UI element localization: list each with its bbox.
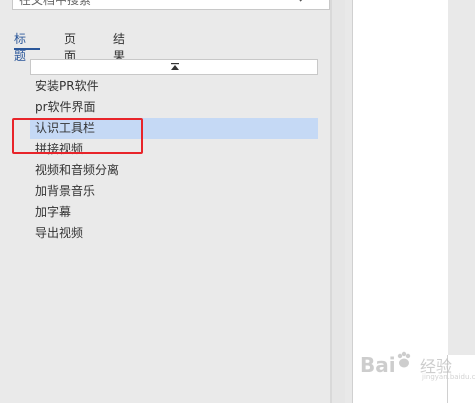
heading-item[interactable]: 安装PR软件	[30, 76, 318, 97]
heading-item[interactable]: 加背景音乐	[30, 181, 318, 202]
collapse-up-icon	[171, 63, 179, 70]
pane-divider[interactable]	[330, 0, 332, 403]
heading-item[interactable]: 视频和音频分离	[30, 160, 318, 181]
paw-icon	[397, 351, 411, 368]
search-icon[interactable]	[299, 0, 313, 3]
heading-list: 安装PR软件 pr软件界面 认识工具栏 拼接视频 视频和音频分离 加背景音乐 加…	[30, 76, 318, 244]
heading-item[interactable]: pr软件界面	[30, 97, 318, 118]
navigation-pane: 在文档中搜索 标题 页面 结果 安装PR软件 pr软件界面 认识工具栏 拼接视频…	[0, 0, 330, 403]
collapse-all-button[interactable]	[30, 59, 318, 75]
baidu-jingyan-watermark: Bai du 经验 jingyan.baidu.com	[360, 345, 475, 381]
document-page	[352, 0, 448, 403]
heading-item[interactable]: 加字幕	[30, 202, 318, 223]
tab-headings[interactable]: 标题	[14, 30, 26, 64]
search-placeholder: 在文档中搜索	[19, 0, 92, 7]
heading-item[interactable]: 导出视频	[30, 223, 318, 244]
search-input[interactable]: 在文档中搜索	[12, 0, 330, 10]
active-tab-underline	[14, 48, 40, 50]
watermark-url: jingyan.baidu.com	[422, 373, 475, 381]
watermark-brand: Bai	[360, 353, 396, 377]
highlight-annotation-box	[12, 118, 143, 154]
